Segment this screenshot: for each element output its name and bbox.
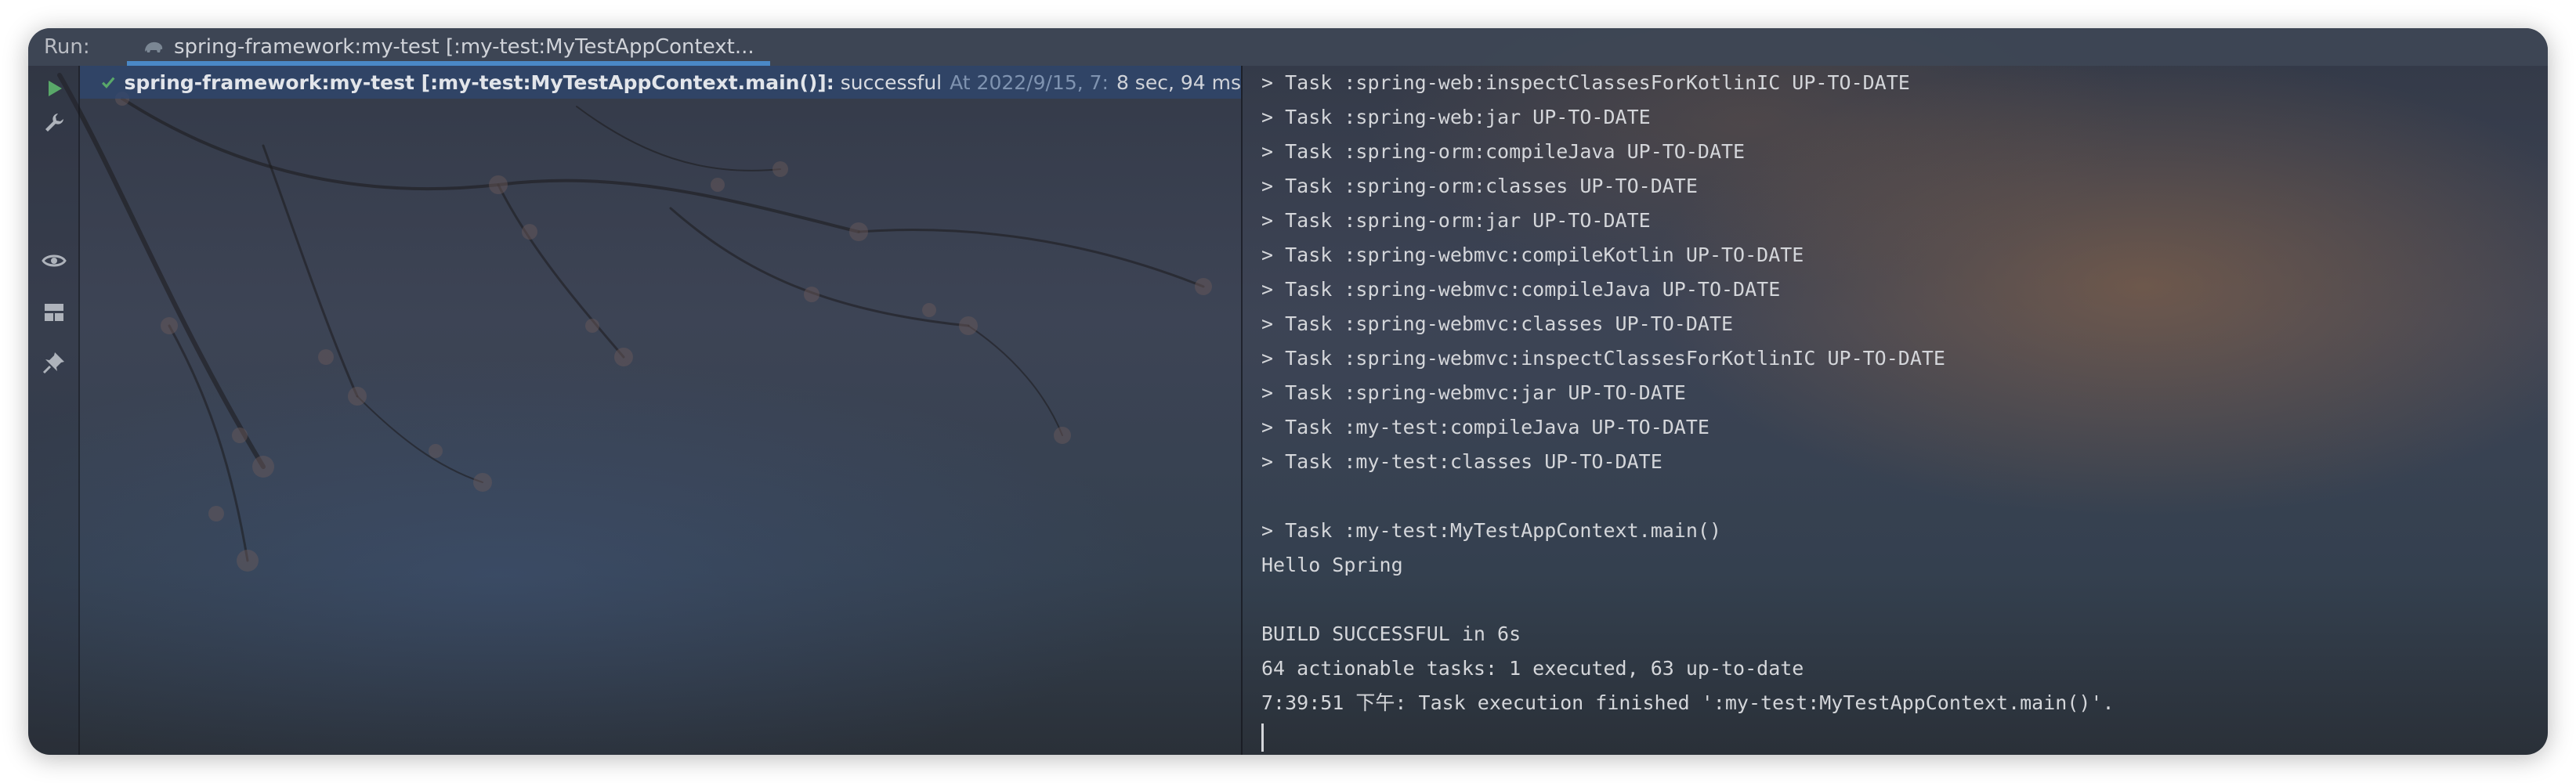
build-tree-panel: spring-framework:my-test [:my-test:MyTes… [80,66,1241,755]
run-title-bar: Run: spring-framework:my-test [:my-test:… [28,28,2548,66]
console-output[interactable]: > Task :spring-web:inspectClassesForKotl… [1261,66,2548,755]
console-line: > Task :spring-web:jar UP-TO-DATE [1261,106,1651,128]
pin-icon[interactable] [41,349,67,376]
gradle-elephant-icon [145,41,163,52]
run-label: Run: [44,35,90,59]
console-line: BUILD SUCCESSFUL in 6s [1261,622,1521,645]
console-line: > Task :my-test:compileJava UP-TO-DATE [1261,416,1709,438]
console-line: > Task :my-test:MyTestAppContext.main() [1261,519,1721,542]
console-line: > Task :my-test:classes UP-TO-DATE [1261,450,1662,473]
run-toolbar [28,66,80,755]
console-line: > Task :spring-orm:jar UP-TO-DATE [1261,209,1651,232]
panel-divider[interactable] [1241,66,1243,755]
run-tool-window: Run: spring-framework:my-test [:my-test:… [28,28,2548,755]
console-line: Hello Spring [1261,554,1403,576]
text-caret [1261,723,1264,752]
tree-item-duration: 8 sec, 94 ms [1116,70,1241,94]
console-line: > Task :spring-webmvc:classes UP-TO-DATE [1261,312,1734,335]
eye-icon[interactable] [41,247,67,274]
tree-item-status: successful [840,70,942,94]
console-line: 7:39:51 下午: Task execution finished ':my… [1261,691,2115,714]
console-line: > Task :spring-web:inspectClassesForKotl… [1261,71,1910,94]
console-line: > Task :spring-orm:compileJava UP-TO-DAT… [1261,140,1746,163]
wrench-icon[interactable] [41,110,67,136]
tree-item-time: At 2022/9/15, 7: [950,70,1109,94]
layout-icon[interactable] [41,299,67,326]
rerun-icon[interactable] [41,75,67,102]
run-tab[interactable]: spring-framework:my-test [:my-test:MyTes… [127,28,770,66]
console-line: > Task :spring-webmvc:compileJava UP-TO-… [1261,278,1781,301]
console-line: > Task :spring-webmvc:jar UP-TO-DATE [1261,381,1686,404]
check-icon [102,77,115,88]
tree-item-name: spring-framework:my-test [:my-test:MyTes… [124,70,834,94]
console-line: 64 actionable tasks: 1 executed, 63 up-t… [1261,657,1804,680]
console-line: > Task :spring-orm:classes UP-TO-DATE [1261,175,1698,197]
tree-row-selected[interactable]: spring-framework:my-test [:my-test:MyTes… [80,66,1241,99]
run-tab-title: spring-framework:my-test [:my-test:MyTes… [174,35,754,59]
console-line: > Task :spring-webmvc:compileKotlin UP-T… [1261,244,1804,266]
console-line: > Task :spring-webmvc:inspectClassesForK… [1261,347,1945,370]
